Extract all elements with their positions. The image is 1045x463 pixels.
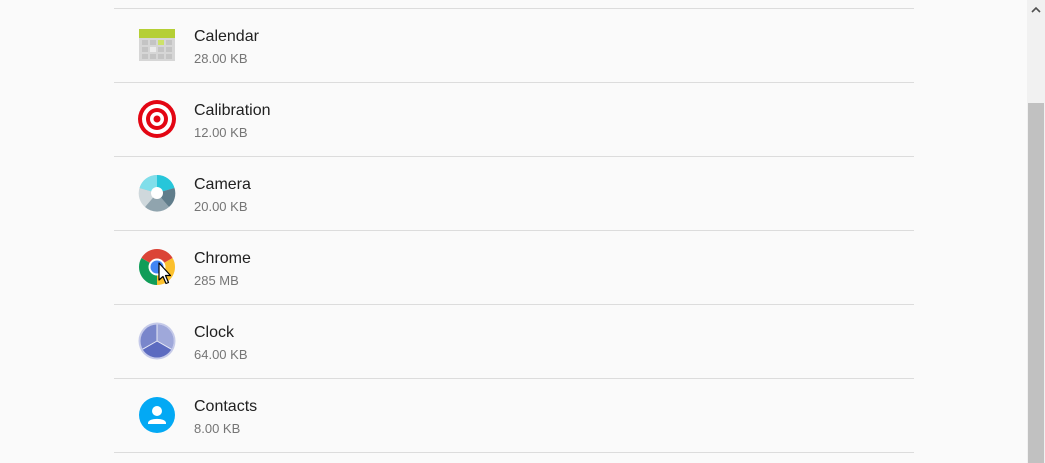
vertical-scrollbar[interactable] <box>1027 0 1045 463</box>
list-item-calendar[interactable]: Calendar 28.00 KB <box>114 9 914 83</box>
calendar-icon <box>138 26 176 64</box>
camera-icon <box>138 174 176 212</box>
app-name: Clock <box>194 324 235 341</box>
calibration-icon <box>138 100 176 138</box>
app-size: 285 MB <box>194 273 239 288</box>
app-name: Chrome <box>194 250 251 267</box>
app-name: Calibration <box>194 102 271 119</box>
app-size: 20.00 KB <box>194 199 248 214</box>
app-list: Calendar 28.00 KB Calibration 12.00 KB C… <box>114 8 914 453</box>
list-item-calibration[interactable]: Calibration 12.00 KB <box>114 83 914 157</box>
app-name: Camera <box>194 176 251 193</box>
app-name: Calendar <box>194 28 259 45</box>
app-size: 8.00 KB <box>194 421 241 436</box>
list-item-chrome[interactable]: Chrome 285 MB <box>114 231 914 305</box>
contacts-icon <box>138 396 176 434</box>
list-item-contacts[interactable]: Contacts 8.00 KB <box>114 379 914 453</box>
app-name: Contacts <box>194 398 258 415</box>
list-item-camera[interactable]: Camera 20.00 KB <box>114 157 914 231</box>
app-size: 12.00 KB <box>194 125 248 140</box>
mouse-cursor-icon <box>158 262 174 286</box>
scrollbar-thumb[interactable] <box>1028 103 1044 463</box>
app-size: 28.00 KB <box>194 51 248 66</box>
app-size: 64.00 KB <box>194 347 248 362</box>
clock-icon <box>138 322 176 360</box>
scroll-up-arrow-icon[interactable] <box>1027 0 1045 22</box>
list-item-clock[interactable]: Clock 64.00 KB <box>114 305 914 379</box>
